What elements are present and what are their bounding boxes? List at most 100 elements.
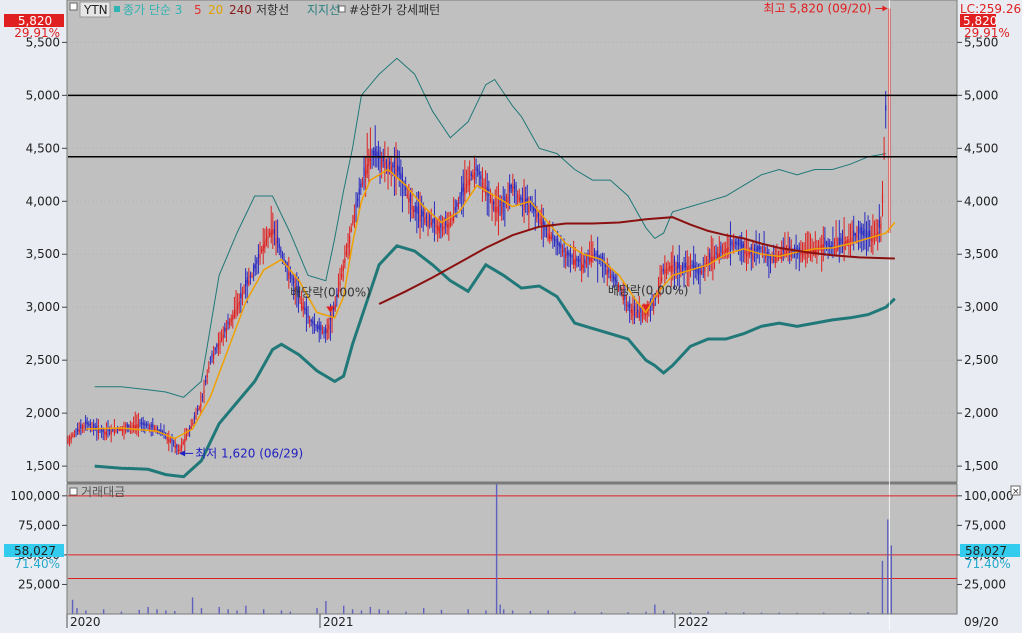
candle-body [515, 185, 517, 192]
candle-body [373, 150, 375, 156]
candle-body [397, 165, 399, 172]
candle-body [846, 240, 848, 243]
candle-body [289, 273, 292, 276]
candle-body [496, 206, 498, 213]
candle-body [240, 292, 242, 298]
candle-body [197, 408, 199, 412]
candle-body [413, 209, 415, 212]
candle-body [497, 206, 500, 215]
candle-body [216, 344, 218, 348]
legend-pattern[interactable]: #상한가 강세패턴 [349, 3, 440, 17]
volume-bar [654, 604, 656, 614]
candle-body [641, 312, 644, 318]
candle-body [701, 270, 703, 274]
candle-body [691, 264, 693, 267]
candle-body [533, 207, 535, 211]
candle-body [174, 445, 176, 449]
volume-bar [378, 609, 380, 614]
candle-body [241, 294, 244, 299]
candle-body [350, 228, 352, 232]
collapse-box-icon[interactable] [69, 2, 78, 11]
candle-body [312, 320, 314, 324]
candle-body [267, 235, 269, 240]
candle-body [581, 263, 583, 271]
candle-body [758, 245, 760, 251]
price-tick-label-right: 4,000 [964, 194, 998, 208]
candle-body [675, 266, 677, 271]
candle-body [755, 246, 757, 253]
candle-body [723, 250, 725, 254]
candle-body [278, 243, 280, 248]
candle-body [77, 428, 79, 432]
candle-body [133, 425, 135, 428]
candle-body [121, 428, 124, 431]
candle-body [510, 184, 512, 189]
legend-ma5[interactable]: 5 [194, 3, 202, 17]
legend-ma20[interactable]: 20 [208, 3, 223, 17]
candle-body [157, 427, 159, 430]
candle-body [885, 105, 887, 111]
volume-bar [85, 610, 87, 614]
candle-body [272, 228, 274, 235]
legend-ma240[interactable]: 240 [229, 3, 252, 17]
candle-body [381, 160, 383, 167]
candle-body [555, 238, 557, 243]
legend-ma3[interactable]: 종가 단순 3 [123, 3, 182, 17]
candle-body [235, 308, 237, 315]
candle-body [733, 244, 735, 248]
volume-bar [360, 610, 363, 614]
candle-body [254, 263, 256, 269]
candle-body [374, 148, 376, 157]
candle-body [104, 431, 106, 435]
candle-body [571, 255, 573, 258]
volume-collapse-icon[interactable] [69, 487, 78, 496]
candle-body [277, 236, 279, 244]
candle-body [101, 429, 103, 432]
volume-panel[interactable] [66, 483, 958, 615]
candle-body [673, 259, 676, 267]
candle-body [454, 207, 456, 211]
x-label-last-date: 09/20 [964, 615, 999, 629]
candle-body [70, 436, 72, 439]
candle-body [661, 277, 663, 282]
candle-body [878, 220, 880, 228]
candle-body [489, 198, 492, 203]
volume-bar [200, 608, 203, 614]
legend-support[interactable]: 지지선 [307, 3, 340, 17]
candle-body [409, 194, 412, 202]
legend-resistance[interactable]: 저항선 [256, 3, 289, 17]
candle-body [838, 237, 840, 245]
candle-body [558, 243, 560, 247]
candle-body [854, 233, 856, 236]
candle-body [465, 183, 468, 188]
candle-body [147, 423, 149, 427]
price-tick-label-left: 2,000 [26, 406, 60, 420]
candle-body [320, 325, 322, 331]
candle-body [93, 424, 95, 428]
candle-body [520, 196, 522, 201]
price-tick-label-right: 4,500 [964, 141, 998, 155]
candle-body [529, 203, 532, 207]
volume-tick-label-left: 100,000 [10, 489, 60, 503]
candle-body [224, 327, 226, 332]
candle-body [200, 403, 202, 408]
candle-body [269, 232, 271, 236]
candle-body [448, 223, 450, 229]
price-tick-label-right: 3,500 [964, 247, 998, 261]
candle-body [757, 246, 759, 252]
candle-body [638, 312, 640, 318]
candle-body [86, 422, 88, 425]
volume-bar [245, 605, 247, 614]
candle-body [313, 321, 316, 326]
candle-body [307, 313, 309, 318]
candle-body [344, 258, 346, 264]
candle-body [379, 150, 381, 160]
candle-body [408, 197, 410, 203]
candle-body [139, 422, 141, 425]
candle-body [392, 164, 394, 168]
candle-body [819, 245, 821, 249]
legend-swatch-icon [114, 6, 120, 12]
candle-body [563, 247, 565, 253]
pattern-checkbox-icon[interactable] [338, 5, 346, 13]
close-x-icon[interactable]: × [1012, 487, 1020, 497]
